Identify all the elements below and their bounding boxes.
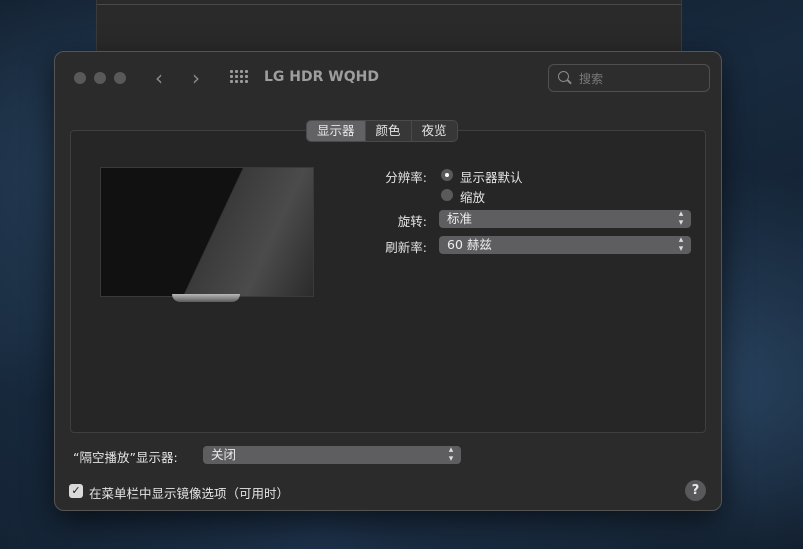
resolution-label: 分辨率: <box>385 170 427 185</box>
resolution-default-label[interactable]: 显示器默认 <box>460 167 523 186</box>
monitor-image <box>100 167 314 297</box>
refresh-rate-value: 60 赫兹 <box>447 237 492 252</box>
forward-arrow-icon[interactable]: › <box>192 66 200 90</box>
minimize-window-button[interactable] <box>94 72 106 84</box>
tab-night-shift[interactable]: 夜览 <box>412 121 457 141</box>
airplay-display-value: 关闭 <box>211 447 237 462</box>
back-arrow-icon[interactable]: ‹ <box>155 66 163 90</box>
mirror-options-checkbox[interactable]: ✓ <box>69 484 83 498</box>
search-field[interactable] <box>548 64 710 92</box>
tab-color[interactable]: 颜色 <box>366 121 412 141</box>
display-preferences-window: ‹ › LG HDR WQHD 显示器 颜色 夜览 分辨率: 显示器默认 缩放 … <box>54 51 722 511</box>
resolution-default-radio[interactable] <box>441 169 453 181</box>
search-input[interactable] <box>577 69 701 89</box>
search-icon <box>558 71 569 82</box>
zoom-window-button[interactable] <box>114 72 126 84</box>
close-window-button[interactable] <box>74 72 86 84</box>
resolution-scaled-label[interactable]: 缩放 <box>460 187 485 206</box>
resolution-scaled-radio[interactable] <box>441 189 453 201</box>
window-title: LG HDR WQHD <box>264 69 379 85</box>
rotation-select[interactable]: 标准 ▴ ▾ <box>439 210 691 228</box>
tab-display[interactable]: 显示器 <box>307 121 366 141</box>
stepper-chevrons-icon: ▴ ▾ <box>678 235 684 254</box>
tab-bar: 显示器 颜色 夜览 <box>306 120 458 142</box>
airplay-display-select[interactable]: 关闭 ▴ ▾ <box>203 446 461 464</box>
stepper-chevrons-icon: ▴ ▾ <box>448 445 454 464</box>
refresh-rate-label: 刷新率: <box>385 240 427 255</box>
rotation-value: 标准 <box>447 211 473 226</box>
stepper-chevrons-icon: ▴ ▾ <box>678 209 684 228</box>
display-settings-panel: 分辨率: 显示器默认 缩放 旋转: 标准 ▴ ▾ 刷新率: 60 赫兹 ▴ ▾ <box>70 130 706 433</box>
background-window-divider <box>97 4 681 5</box>
airplay-display-label: “隔空播放”显示器: <box>73 450 178 465</box>
monitor-stand <box>172 294 240 302</box>
mirror-options-label[interactable]: 在菜单栏中显示镜像选项（可用时） <box>89 483 289 502</box>
rotation-label: 旋转: <box>397 214 427 229</box>
refresh-rate-select[interactable]: 60 赫兹 ▴ ▾ <box>439 236 691 254</box>
title-bar: ‹ › LG HDR WQHD <box>55 52 721 104</box>
show-all-grid-icon[interactable] <box>230 70 248 84</box>
help-button[interactable]: ? <box>685 480 706 501</box>
